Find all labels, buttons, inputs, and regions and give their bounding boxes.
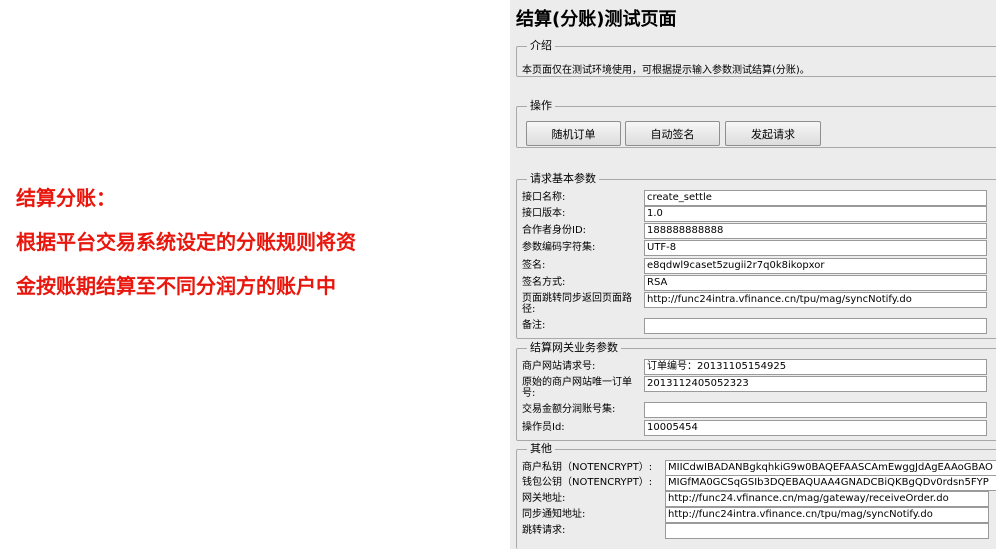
- basic-params-group: 请求基本参数 接口名称: create_settle 接口版本: 1.0 合作者…: [516, 172, 996, 339]
- request-no-input[interactable]: 订单编号：20131105154925: [644, 359, 987, 375]
- auto-sign-button[interactable]: 自动签名: [625, 121, 720, 146]
- interface-version-input[interactable]: 1.0: [644, 206, 987, 222]
- sign-input[interactable]: e8qdwl9caset5zugii2r7q0k8ikopxor: [644, 258, 987, 274]
- random-order-button[interactable]: 随机订单: [526, 121, 621, 146]
- page-title: 结算(分账)测试页面: [516, 9, 677, 30]
- field-label: 操作员Id:: [522, 422, 565, 433]
- field-label: 接口名称:: [522, 192, 566, 203]
- gateway-url-input[interactable]: http://func24.vfinance.cn/mag/gateway/re…: [665, 491, 989, 507]
- field-label: 交易金额分润账号集:: [522, 404, 616, 415]
- field-label: 网关地址:: [522, 493, 566, 504]
- sign-type-input[interactable]: RSA: [644, 275, 987, 291]
- actions-group: 操作 随机订单 自动签名 发起请求: [516, 99, 996, 148]
- field-label: 同步通知地址:: [522, 509, 586, 520]
- field-label: 参数编码字符集:: [522, 242, 596, 253]
- field-label: 原始的商户网站唯一订单号:: [522, 377, 632, 399]
- partner-id-input[interactable]: 188888888888: [644, 223, 987, 239]
- gateway-params-legend: 结算网关业务参数: [527, 341, 621, 355]
- field-label: 合作者身份ID:: [522, 225, 587, 236]
- other-params-group: 其他 商户私钥（NOTENCRYPT）: MIICdwIBADANBgkqhki…: [516, 442, 996, 549]
- caption-line-3: 金按账期结算至不同分润方的账户中: [16, 274, 336, 298]
- return-url-input[interactable]: http://func24intra.vfinance.cn/tpu/mag/s…: [644, 292, 987, 308]
- intro-group: 介绍 本页面仅在测试环境使用，可根据提示输入参数测试结算(分账)。: [516, 39, 996, 77]
- memo-input[interactable]: [644, 318, 987, 334]
- intro-legend: 介绍: [527, 39, 555, 53]
- caption-line-1: 结算分账：: [16, 186, 116, 210]
- field-label: 商户私钥（NOTENCRYPT）:: [522, 462, 653, 473]
- original-order-no-input[interactable]: 2013112405052323: [644, 376, 987, 392]
- settlement-test-page: 结算(分账)测试页面 介绍 本页面仅在测试环境使用，可根据提示输入参数测试结算(…: [510, 0, 996, 549]
- actions-legend: 操作: [527, 99, 555, 113]
- send-request-button[interactable]: 发起请求: [725, 121, 821, 146]
- redirect-request-input[interactable]: [665, 523, 989, 539]
- field-label: 页面跳转同步返回页面路径:: [522, 293, 632, 315]
- caption-line-2: 根据平台交易系统设定的分账规则将资: [16, 230, 356, 254]
- field-label: 接口版本:: [522, 208, 566, 219]
- field-label: 备注:: [522, 320, 546, 331]
- charset-input[interactable]: UTF-8: [644, 240, 987, 256]
- wallet-public-key-input[interactable]: MIGfMA0GCSqGSIb3DQEBAQUAA4GNADCBiQKBgQDv…: [665, 475, 996, 491]
- field-label: 跳转请求:: [522, 525, 566, 536]
- royalty-accounts-input[interactable]: [644, 402, 987, 418]
- description-caption: 结算分账： 根据平台交易系统设定的分账规则将资 金按账期结算至不同分润方的账户中: [16, 176, 446, 308]
- field-label: 签名方式:: [522, 277, 566, 288]
- other-params-legend: 其他: [527, 442, 555, 456]
- merchant-private-key-input[interactable]: MIICdwIBADANBgkqhkiG9w0BAQEFAASCAmEwggJd…: [665, 460, 996, 476]
- field-label: 钱包公钥（NOTENCRYPT）:: [522, 477, 653, 488]
- sync-notify-url-input[interactable]: http://func24intra.vfinance.cn/tpu/mag/s…: [665, 507, 989, 523]
- field-label: 签名:: [522, 260, 546, 271]
- field-label: 商户网站请求号:: [522, 361, 596, 372]
- basic-params-legend: 请求基本参数: [527, 172, 599, 186]
- intro-text: 本页面仅在测试环境使用，可根据提示输入参数测试结算(分账)。: [522, 65, 810, 76]
- operator-id-input[interactable]: 10005454: [644, 420, 987, 436]
- interface-name-input[interactable]: create_settle: [644, 190, 987, 206]
- gateway-params-group: 结算网关业务参数 商户网站请求号: 订单编号：20131105154925 原始…: [516, 341, 996, 441]
